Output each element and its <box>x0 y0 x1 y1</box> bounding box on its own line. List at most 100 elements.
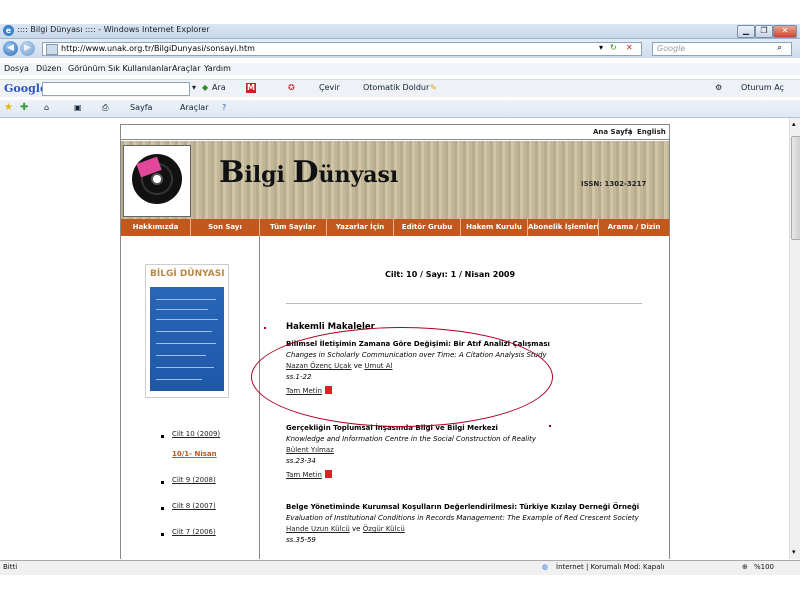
command-bar: ★ ✚ ⌂ ▣ ⎙ Sayfa Araçlar ? <box>0 100 800 118</box>
issn-label: ISSN: 1302-3217 <box>581 180 647 188</box>
nav-about[interactable]: Hakkımızda <box>121 219 191 236</box>
menu-tools[interactable]: Araçlar <box>172 64 200 73</box>
google-logo: Google <box>4 82 47 95</box>
article-authors: Bülent Yılmaz <box>286 445 536 456</box>
google-toolbar: Google ▾ ◆ Ara M ✪ Çevir Otomatik Doldur… <box>0 79 800 97</box>
add-favorite-icon[interactable]: ✚ <box>20 102 28 113</box>
menu-view[interactable]: Görünüm <box>68 64 105 73</box>
article-pages: ss.23-34 <box>286 457 316 465</box>
scroll-down-icon[interactable]: ▾ <box>792 548 796 556</box>
nav-all-issues[interactable]: Tüm Sayılar <box>260 219 327 236</box>
journal-cover[interactable]: BİLGİ DÜNYASI <box>145 264 229 398</box>
separator: | <box>629 128 632 136</box>
nav-editors[interactable]: Editör Grubu <box>394 219 461 236</box>
favorites-star-icon[interactable]: ★ <box>4 102 13 113</box>
pencil-icon[interactable]: ✎ <box>430 83 437 92</box>
bullet <box>161 507 164 510</box>
annotation-dot <box>549 425 551 427</box>
forward-button[interactable]: ▶ <box>20 41 35 56</box>
search-icon[interactable]: ⌕ <box>777 43 782 53</box>
fulltext-link[interactable]: Tam Metin <box>286 470 536 481</box>
minimize-button[interactable]: ▁ <box>737 25 755 38</box>
author-link[interactable]: Bülent Yılmaz <box>286 446 334 454</box>
article-title[interactable]: Belge Yönetiminde Kurumsal Koşulların De… <box>286 502 639 513</box>
stop-icon[interactable]: ✕ <box>626 43 633 52</box>
volume-8-link[interactable]: Cilt 8 (2007) <box>172 502 216 510</box>
volume-7-link[interactable]: Cilt 7 (2006) <box>172 528 216 536</box>
site-brand: Bilgi Dünyası <box>219 155 399 190</box>
english-link[interactable]: English <box>637 128 666 136</box>
print-icon[interactable]: ⎙ <box>102 103 108 113</box>
scroll-thumb[interactable] <box>791 136 800 240</box>
gmail-icon[interactable]: M <box>246 83 256 93</box>
feeds-icon[interactable]: ▣ <box>74 103 82 112</box>
zoom-icon: ⊕ <box>742 563 748 571</box>
annotation-dot <box>264 327 266 329</box>
address-row: ◀ ▶ http://www.unak.org.tr/BilgiDunyasi/… <box>0 39 800 58</box>
close-button[interactable]: ✕ <box>773 25 797 38</box>
author-link[interactable]: Özgür Külcü <box>363 525 405 533</box>
issue-heading: Cilt: 10 / Sayı: 1 / Nisan 2009 <box>384 270 516 279</box>
ie-icon: e <box>3 25 14 36</box>
scroll-up-icon[interactable]: ▴ <box>792 120 796 128</box>
security-zone: İnternet | Korumalı Mod: Kapalı <box>556 563 665 571</box>
page-menu[interactable]: Sayfa <box>130 103 152 112</box>
nav-for-authors[interactable]: Yazarlar İçin <box>327 219 394 236</box>
site-header: Bilgi Dünyası ISSN: 1302-3217 <box>121 141 669 219</box>
address-url: http://www.unak.org.tr/BilgiDunyasi/sons… <box>61 44 255 53</box>
google-dropdown-icon[interactable]: ▾ <box>192 83 196 92</box>
back-button[interactable]: ◀ <box>3 41 18 56</box>
search-input[interactable]: Google ⌕ <box>652 42 792 56</box>
article-english-title: Knowledge and Information Centre in the … <box>286 435 537 443</box>
vertical-scrollbar[interactable]: ▴ ▾ <box>789 118 800 559</box>
site-logo[interactable] <box>123 145 191 217</box>
menu-bar: Dosya Düzen Görünüm Sık Kullanılanlar Ar… <box>0 63 800 75</box>
cover-image <box>150 287 224 391</box>
home-link[interactable]: Ana Sayfa <box>593 128 632 136</box>
menu-edit[interactable]: Düzen <box>36 64 61 73</box>
main-nav: Hakkımızda Son Sayı Tüm Sayılar Yazarlar… <box>121 219 669 236</box>
home-icon[interactable]: ⌂ <box>44 103 49 112</box>
menu-favorites[interactable]: Sık Kullanılanlar <box>108 64 172 73</box>
settings-icon[interactable]: ⚙ <box>715 83 722 92</box>
status-bar: Bitti ◍ İnternet | Korumalı Mod: Kapalı … <box>0 560 800 575</box>
popup-icon[interactable]: ✪ <box>288 83 295 92</box>
cover-title: BİLGİ DÜNYASI <box>150 269 225 279</box>
volume-9-link[interactable]: Cilt 9 (2008) <box>172 476 216 484</box>
maximize-button[interactable]: ❐ <box>755 25 773 38</box>
google-search-input[interactable] <box>42 82 190 96</box>
globe-icon: ◍ <box>542 563 549 571</box>
dropdown-icon[interactable]: ▾ <box>599 43 603 52</box>
search-placeholder: Google <box>657 44 686 53</box>
article-3: Belge Yönetiminde Kurumsal Koşulların De… <box>286 502 639 546</box>
google-search-button[interactable]: Ara <box>212 83 226 92</box>
volume-10-link[interactable]: Cilt 10 (2009) <box>172 430 220 438</box>
divider <box>286 303 642 304</box>
left-column: BİLGİ DÜNYASI Cilt 10 (2009) 10/1- Nisan… <box>121 236 260 559</box>
author-link[interactable]: Hande Uzun Külcü <box>286 525 350 533</box>
nav-referees[interactable]: Hakem Kurulu <box>461 219 528 236</box>
nav-latest-issue[interactable]: Son Sayı <box>191 219 260 236</box>
translate-button[interactable]: Çevir <box>319 83 340 92</box>
nav-subscription[interactable]: Abonelik İşlemleri <box>528 219 599 236</box>
tools-menu[interactable]: Araçlar <box>180 103 208 112</box>
highlight-ellipse <box>251 327 553 427</box>
signin-button[interactable]: Oturum Aç <box>741 83 784 92</box>
help-icon[interactable]: ? <box>222 103 226 112</box>
zoom-level[interactable]: %100 <box>754 563 774 571</box>
refresh-icon[interactable]: ↻ <box>610 43 617 52</box>
nav-search-index[interactable]: Arama / Dizin <box>599 219 669 236</box>
bullet <box>161 435 164 438</box>
autofill-button[interactable]: Otomatik Doldur <box>363 83 429 92</box>
menu-help[interactable]: Yardım <box>204 64 231 73</box>
top-links: Ana Sayfa | English <box>121 125 669 140</box>
address-bar[interactable]: http://www.unak.org.tr/BilgiDunyasi/sons… <box>42 42 642 56</box>
google-search-icon: ◆ <box>202 83 209 92</box>
issue-10-1-link[interactable]: 10/1- Nisan <box>172 450 217 458</box>
article-pages: ss.35-59 <box>286 536 316 544</box>
status-text: Bitti <box>3 563 18 571</box>
menu-file[interactable]: Dosya <box>4 64 29 73</box>
bullet <box>161 533 164 536</box>
bullet <box>161 481 164 484</box>
article-english-title: Evaluation of Institutional Conditions i… <box>286 514 639 522</box>
